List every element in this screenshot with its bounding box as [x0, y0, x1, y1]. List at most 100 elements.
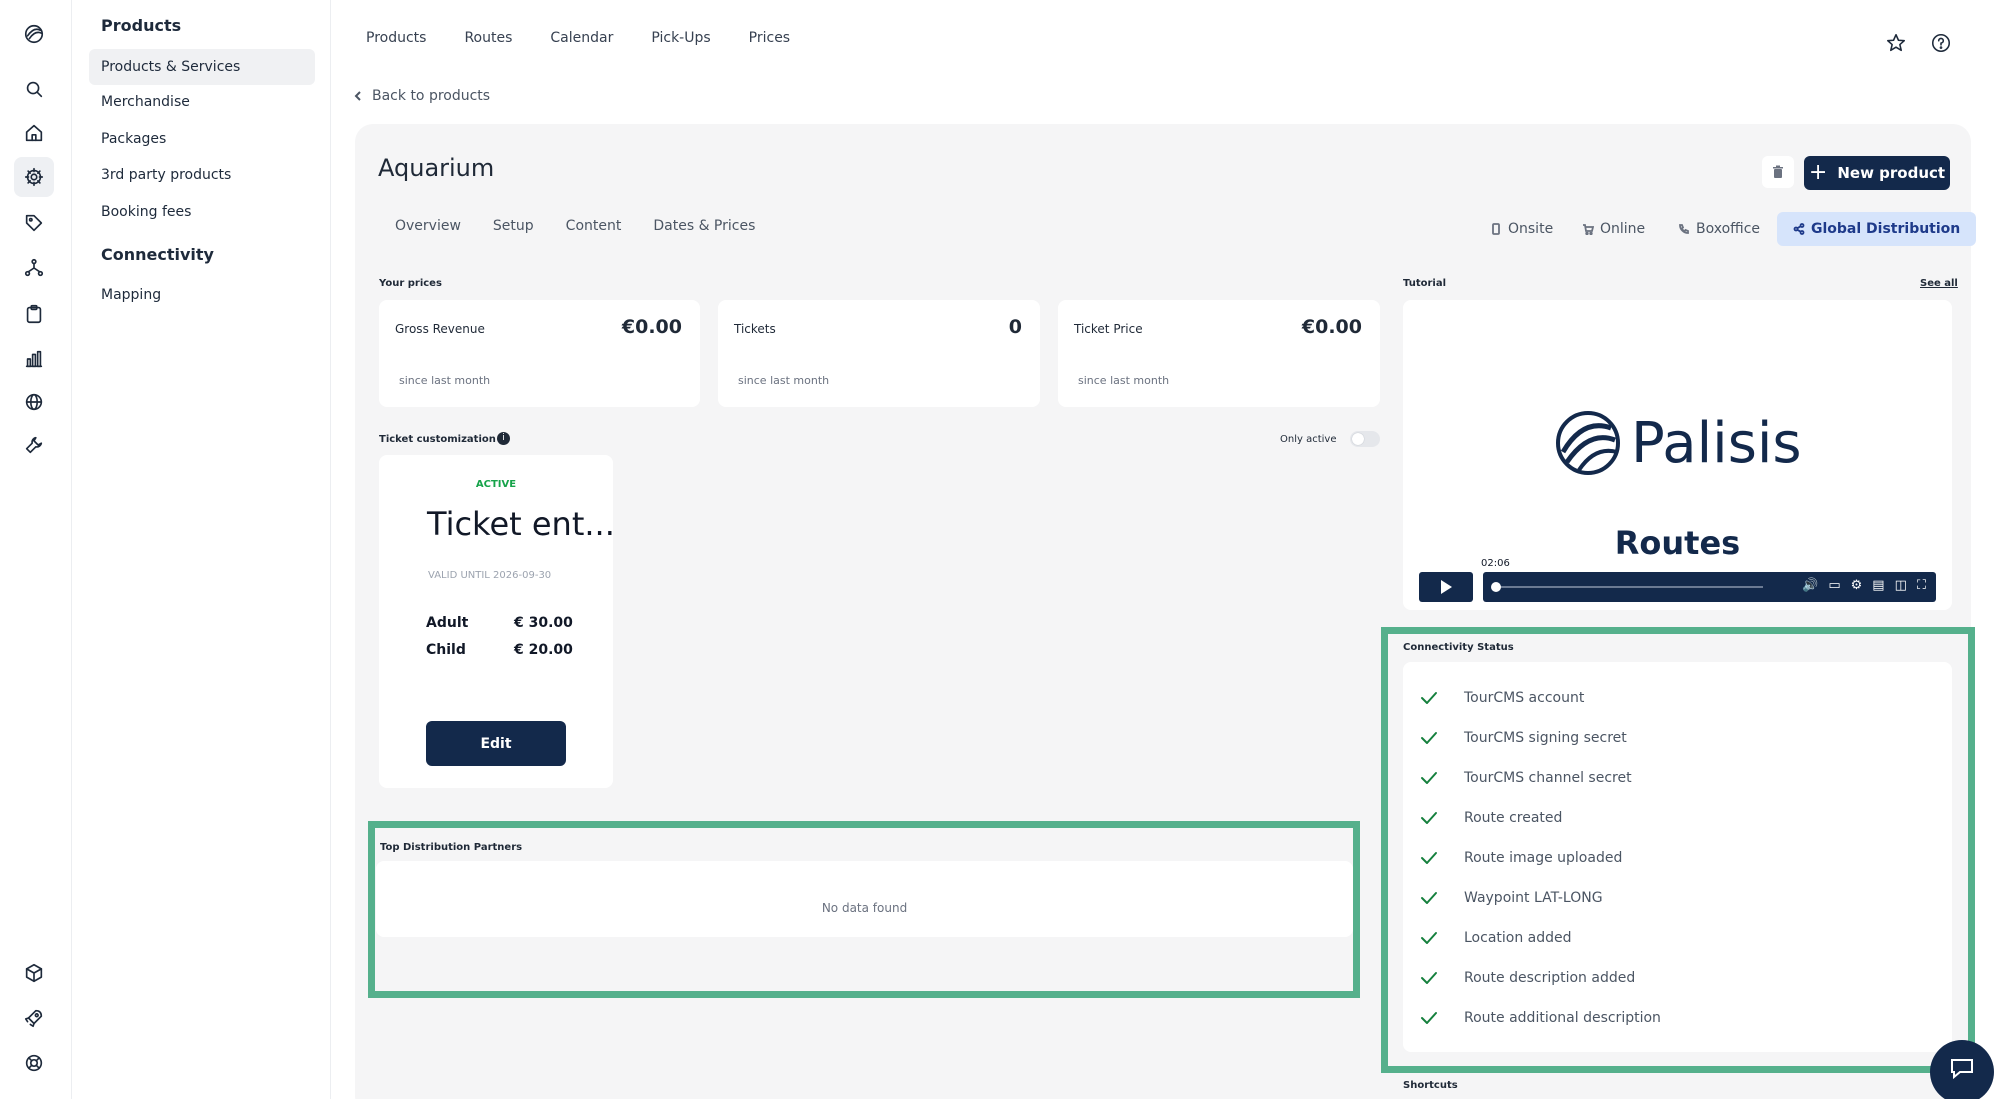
stat-label: Ticket Price: [1074, 322, 1143, 336]
your-prices-label: Your prices: [379, 278, 442, 289]
chat-icon: [1951, 1059, 1973, 1080]
icon-rail: [0, 0, 72, 1099]
check-icon: [1421, 732, 1437, 744]
top-nav: Products Routes Calendar Pick-Ups Prices: [366, 30, 790, 54]
item-label: Route created: [1464, 810, 1563, 826]
tab-content[interactable]: Content: [566, 218, 622, 234]
tab-setup[interactable]: Setup: [493, 218, 534, 234]
palisis-logo-icon[interactable]: [14, 14, 54, 54]
check-icon: [1421, 772, 1437, 784]
ticket-status: ACTIVE: [475, 479, 517, 490]
list-item: Route image uploaded: [1419, 848, 1622, 868]
video-controls: 🔊 ▭ ⚙ ▤ ◫ ⛶: [1483, 572, 1936, 602]
nav-calendar[interactable]: Calendar: [550, 30, 613, 54]
product-tabs: Overview Setup Content Dates & Prices: [395, 218, 755, 234]
list-item: Location added: [1419, 928, 1572, 948]
shortcuts-label: Shortcuts: [1403, 1080, 1458, 1091]
play-button[interactable]: [1419, 572, 1473, 602]
volume-icon[interactable]: 🔊: [1802, 578, 1818, 593]
chat-button[interactable]: [1930, 1040, 1994, 1099]
nav-products[interactable]: Products: [366, 30, 426, 54]
transcript-icon[interactable]: ▤: [1872, 578, 1884, 593]
back-to-products-link[interactable]: Back to products: [352, 88, 490, 104]
item-label: TourCMS account: [1464, 690, 1585, 706]
only-active-toggle[interactable]: [1350, 431, 1380, 447]
help-buoy-icon[interactable]: [14, 1043, 54, 1083]
row-price: € 30.00: [514, 615, 573, 631]
bar-chart-icon[interactable]: [14, 339, 54, 379]
sidebar-item-mapping[interactable]: Mapping: [89, 277, 315, 313]
stat-label: Gross Revenue: [395, 322, 485, 336]
video-progress-knob[interactable]: [1491, 582, 1501, 592]
help-icon[interactable]: [1930, 32, 1954, 56]
tab-overview[interactable]: Overview: [395, 218, 461, 234]
info-icon[interactable]: i: [497, 432, 510, 445]
row-name: Adult: [426, 615, 469, 631]
globe-icon[interactable]: [14, 382, 54, 422]
sidebar-item-3rd-party-products[interactable]: 3rd party products: [89, 157, 315, 193]
secondary-sidebar: Products Products & Services Merchandise…: [73, 0, 331, 1099]
sidebar-section-products: Products: [101, 16, 182, 35]
item-label: Route additional description: [1464, 1010, 1661, 1026]
clipboard-icon[interactable]: [14, 294, 54, 334]
search-icon[interactable]: [14, 69, 54, 109]
nav-routes[interactable]: Routes: [464, 30, 512, 54]
sidebar-item-booking-fees[interactable]: Booking fees: [89, 194, 315, 230]
box-icon[interactable]: [14, 953, 54, 993]
phone-call-icon: [1679, 224, 1689, 234]
new-product-button[interactable]: + New product: [1804, 156, 1950, 190]
list-item: TourCMS channel secret: [1419, 768, 1632, 788]
check-icon: [1421, 932, 1437, 944]
sidebar-section-connectivity: Connectivity: [101, 245, 214, 264]
palisis-brand: Palisis: [1553, 408, 1802, 478]
settings-icon[interactable]: ⚙: [1851, 578, 1863, 593]
video-title: Routes: [1614, 524, 1741, 562]
list-item: Route additional description: [1419, 1008, 1661, 1028]
wrench-icon[interactable]: [14, 425, 54, 465]
connectivity-status-label: Connectivity Status: [1403, 642, 1514, 653]
ticket-price-card: Ticket Price €0.00 since last month: [1058, 300, 1380, 407]
nav-pick-ups[interactable]: Pick-Ups: [651, 30, 710, 54]
video-progress-track[interactable]: [1495, 586, 1763, 588]
fullscreen-icon[interactable]: ⛶: [1917, 578, 1926, 593]
page-title: Aquarium: [378, 154, 495, 182]
check-icon: [1421, 892, 1437, 904]
nav-prices[interactable]: Prices: [749, 30, 790, 54]
channel-global-distribution[interactable]: Global Distribution: [1777, 212, 1977, 246]
home-icon[interactable]: [14, 113, 54, 153]
list-item: Route description added: [1419, 968, 1635, 988]
check-icon: [1421, 852, 1437, 864]
sidebar-item-products-services[interactable]: Products & Services: [89, 49, 315, 85]
tutorial-video[interactable]: Palisis Routes 02:06 🔊 ▭ ⚙ ▤ ◫ ⛶: [1403, 300, 1952, 610]
channel-boxoffice[interactable]: Boxoffice: [1678, 212, 1760, 246]
edit-ticket-button[interactable]: Edit: [426, 721, 566, 766]
gear-icon[interactable]: [14, 157, 54, 197]
plus-icon: +: [1808, 160, 1828, 185]
star-icon[interactable]: [1885, 32, 1909, 56]
play-icon: [1441, 580, 1452, 594]
channel-online[interactable]: Online: [1582, 212, 1645, 246]
tab-dates-prices[interactable]: Dates & Prices: [653, 218, 755, 234]
tag-icon[interactable]: [14, 203, 54, 243]
ticket-row-child: Child € 20.00: [426, 642, 573, 658]
tickets-card: Tickets 0 since last month: [718, 300, 1040, 407]
channel-onsite[interactable]: Onsite: [1490, 212, 1553, 246]
item-label: TourCMS signing secret: [1464, 730, 1627, 746]
ticket-valid: VALID UNTIL 2026-09-30: [428, 570, 552, 581]
ticket-card: ACTIVE Ticket ent... VALID UNTIL 2026-09…: [379, 455, 615, 788]
check-icon: [1421, 1012, 1437, 1024]
share-icon: [1793, 223, 1805, 235]
pip-icon[interactable]: ◫: [1895, 578, 1907, 593]
sidebar-item-packages[interactable]: Packages: [89, 121, 315, 157]
item-label: Route image uploaded: [1464, 850, 1623, 866]
rocket-icon[interactable]: [14, 998, 54, 1038]
network-icon[interactable]: [14, 248, 54, 288]
list-item: TourCMS account: [1419, 688, 1584, 708]
delete-button[interactable]: [1762, 156, 1794, 188]
back-label: Back to products: [372, 88, 491, 104]
see-all-link[interactable]: See all: [1920, 278, 1958, 289]
captions-icon[interactable]: ▭: [1828, 578, 1840, 593]
sidebar-item-merchandise[interactable]: Merchandise: [89, 84, 315, 120]
stat-value: €0.00: [1301, 316, 1362, 338]
item-label: Route description added: [1464, 970, 1636, 986]
